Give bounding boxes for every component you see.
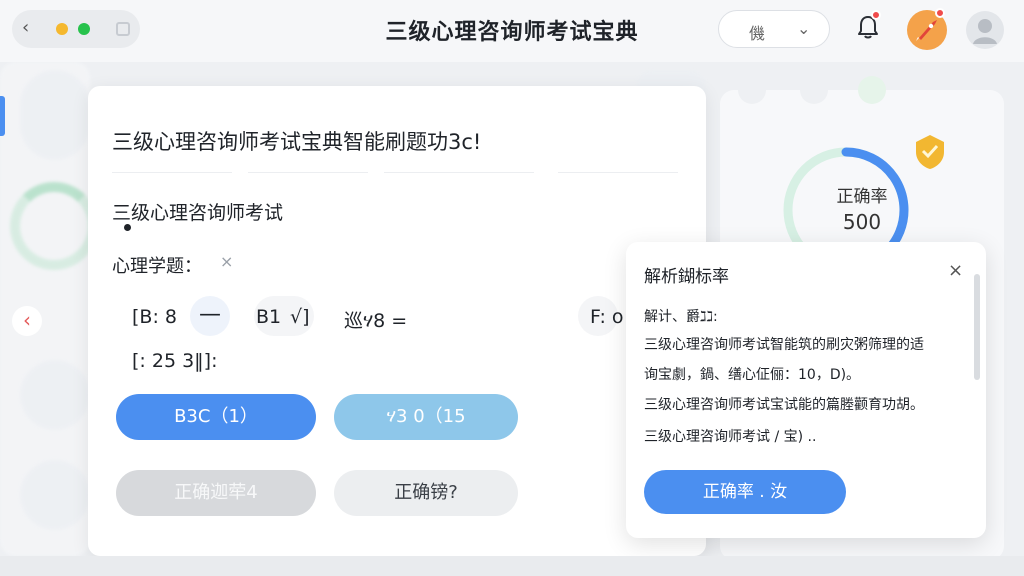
ring-value: 500 — [842, 210, 882, 234]
popover-line-3: 询宝劇，鍋、缮心佂俪：10，D)。 — [644, 367, 861, 383]
background-card-2 — [20, 360, 90, 430]
chevron-down-icon: ⌄ — [797, 19, 811, 38]
option-line-2: [: 25 3‖]: — [132, 350, 218, 372]
background-card-1 — [20, 70, 90, 160]
rocket-badge — [935, 8, 945, 18]
background-progress-ring — [10, 182, 98, 270]
bell-icon[interactable] — [856, 10, 881, 40]
stats-toolbar — [738, 76, 886, 104]
question-label: 心理学题： — [112, 256, 202, 277]
option-a-text[interactable]: [B: 8 — [132, 306, 177, 328]
quiz-card: 三级心理咨询师考试宝典智能刷题功3c! 三级心理咨询师考试 心理学题： × [B… — [88, 86, 706, 556]
bottom-strip — [0, 556, 1024, 576]
correct-wrong-button[interactable]: 正确镑? — [334, 470, 518, 516]
left-active-tab-indicator — [0, 96, 5, 136]
question-close-icon[interactable]: × — [220, 252, 233, 271]
close-icon[interactable]: × — [948, 260, 963, 281]
option-b-text[interactable]: B1 — [256, 306, 281, 328]
answer-b-button[interactable]: B3C（1） — [116, 394, 316, 440]
popover-line-4: 三级心理咨询师考试宝试能的篇塍颧育功胡。 — [644, 397, 924, 413]
popover-action-button[interactable]: 正确率 . 汝 — [644, 470, 846, 514]
ring-label: 正确率 — [836, 187, 888, 207]
title-divider-1 — [112, 172, 232, 173]
user-avatar-icon[interactable] — [966, 11, 1004, 49]
card-title: 三级心理咨询师考试宝典智能刷题功3c! — [112, 130, 482, 154]
correct-rate-button[interactable]: 正确迦荦4 — [116, 470, 316, 516]
background-card-3 — [20, 460, 90, 530]
analysis-popover: 解析鍸标率 × 解计、爵ℷℷ: 三级心理咨询师考试智能筑的刷灾粥筛理的适 询宝劇… — [626, 242, 986, 538]
option-b-mark: √] — [290, 306, 310, 328]
title-bar: ‹ 三级心理咨询师考试宝典 僟 ⌄ — [0, 0, 1024, 62]
popover-line-1: 解计、爵ℷℷ: — [644, 309, 718, 325]
popover-line-5: 三级心理咨询师考试 / 宝) .. — [644, 429, 817, 445]
option-a-chip[interactable]: — — [190, 296, 230, 336]
popover-scrollbar[interactable] — [974, 274, 980, 380]
title-divider-3 — [384, 172, 534, 173]
shield-badge-icon — [916, 135, 944, 169]
answer-c-button[interactable]: ሃ3 0（15 — [334, 394, 518, 440]
previous-arrow-icon[interactable]: ‹ — [12, 306, 42, 336]
title-divider-4 — [558, 172, 678, 173]
rocket-icon[interactable] — [907, 8, 947, 50]
option-d-text[interactable]: F: o — [590, 306, 624, 328]
popover-title: 解析鍸标率 — [644, 267, 729, 287]
notification-badge — [871, 10, 881, 20]
option-c-text[interactable]: 巡ሃ8 = — [344, 306, 407, 333]
popover-line-2: 三级心理咨询师考试智能筑的刷灾粥筛理的适 — [644, 337, 924, 353]
language-value: 僟 — [749, 24, 766, 43]
title-divider-2 — [248, 172, 368, 173]
language-select[interactable]: 僟 ⌄ — [718, 10, 830, 48]
exam-name: 三级心理咨询师考试 — [112, 202, 284, 224]
bullet-dot — [124, 224, 131, 231]
